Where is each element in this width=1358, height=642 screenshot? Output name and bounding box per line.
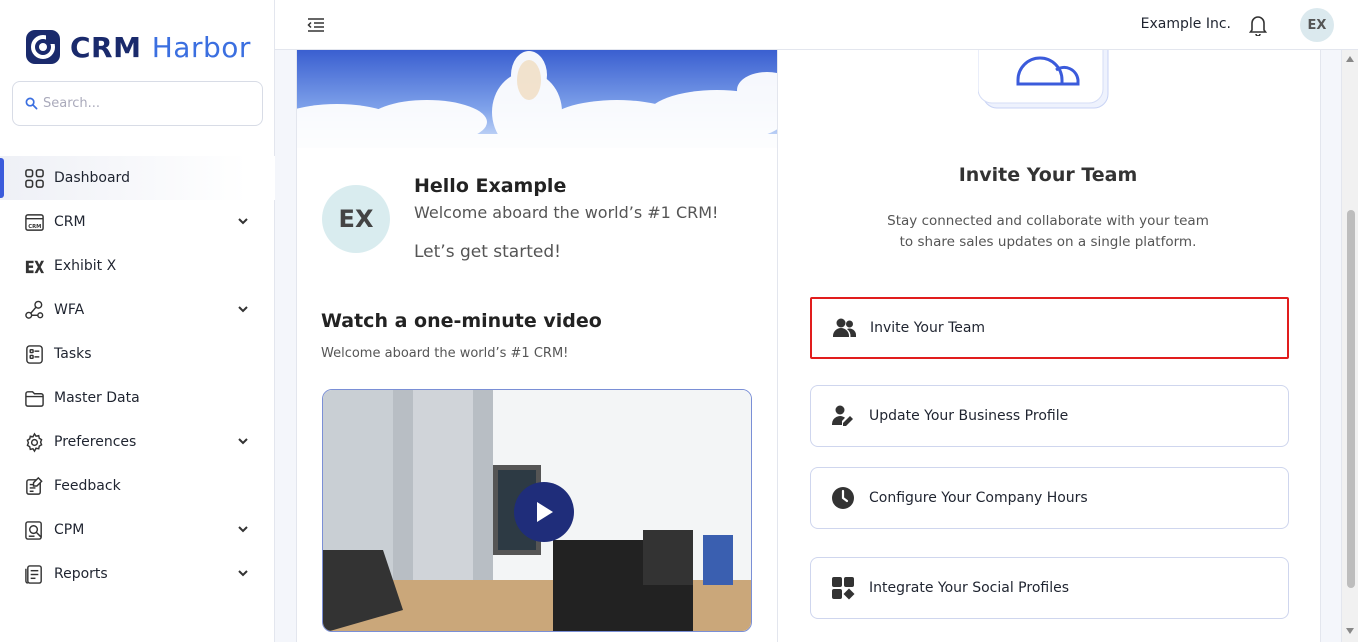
action-label: Configure Your Company Hours xyxy=(869,490,1088,506)
get-started-text: Let’s get started! xyxy=(414,242,561,262)
invite-description-line-1: Stay connected and collaborate with your… xyxy=(887,213,1209,229)
video-player[interactable] xyxy=(322,389,752,632)
welcome-avatar: EX xyxy=(322,185,390,253)
search-input[interactable] xyxy=(43,96,243,111)
scroll-up-arrow-icon[interactable] xyxy=(1346,56,1354,62)
apps-icon xyxy=(829,574,857,602)
chevron-down-icon[interactable] xyxy=(237,303,249,315)
sidebar-item-feedback[interactable]: Feedback xyxy=(0,464,275,508)
users-icon xyxy=(830,314,858,342)
action-label: Invite Your Team xyxy=(870,320,986,336)
invite-team-button[interactable]: Invite Your Team xyxy=(810,297,1289,359)
update-business-profile-button[interactable]: Update Your Business Profile xyxy=(810,385,1289,447)
exhibit-x-icon xyxy=(23,255,45,277)
welcome-card: EX Hello Example Welcome aboard the worl… xyxy=(296,50,778,642)
search-box[interactable] xyxy=(12,81,263,126)
sidebar-item-preferences[interactable]: Preferences xyxy=(0,420,275,464)
invite-title: Invite Your Team xyxy=(958,164,1138,186)
sidebar-item-crm[interactable]: CRM CRM xyxy=(0,200,275,244)
sidebar-item-label: CPM xyxy=(54,522,85,538)
chevron-down-icon[interactable] xyxy=(237,435,249,447)
workflow-icon xyxy=(23,299,45,321)
logo-secondary-text: Harbor xyxy=(151,30,251,64)
sidebar-item-cpm[interactable]: CPM xyxy=(0,508,275,552)
company-name[interactable]: Example Inc. xyxy=(1141,16,1231,32)
sidebar-nav: Dashboard CRM CRM Exhibit X WFA Tasks Ma… xyxy=(0,156,275,596)
gear-icon xyxy=(23,431,45,453)
action-label: Integrate Your Social Profiles xyxy=(869,580,1069,596)
sidebar-item-label: Feedback xyxy=(54,478,121,494)
crm-window-icon: CRM xyxy=(23,211,45,233)
sidebar-item-label: Exhibit X xyxy=(54,258,117,274)
clock-icon xyxy=(829,484,857,512)
user-avatar[interactable]: EX xyxy=(1300,8,1334,42)
video-subtitle: Welcome aboard the world’s #1 CRM! xyxy=(321,346,569,361)
configure-company-hours-button[interactable]: Configure Your Company Hours xyxy=(810,467,1289,529)
sidebar-item-reports[interactable]: Reports xyxy=(0,552,275,596)
search-icon xyxy=(25,97,38,110)
sidebar-item-label: CRM xyxy=(54,214,86,230)
play-button[interactable] xyxy=(514,482,574,542)
user-edit-icon xyxy=(829,402,857,430)
top-bar: Example Inc. EX xyxy=(275,0,1358,50)
sidebar-item-label: Reports xyxy=(54,566,108,582)
action-label: Update Your Business Profile xyxy=(869,408,1069,424)
greeting-heading: Hello Example xyxy=(414,175,567,197)
sidebar-item-exhibit-x[interactable]: Exhibit X xyxy=(0,244,275,288)
grid-icon xyxy=(23,167,45,189)
sidebar: CRM Harbor Dashboard CRM CRM xyxy=(0,0,275,642)
welcome-message: Welcome aboard the world’s #1 CRM! xyxy=(414,203,719,222)
chevron-down-icon[interactable] xyxy=(237,523,249,535)
invite-description-line-2: to share sales updates on a single platf… xyxy=(899,234,1197,250)
scroll-down-arrow-icon[interactable] xyxy=(1346,628,1354,634)
logo[interactable]: CRM Harbor xyxy=(24,28,251,66)
page-scrollbar[interactable] xyxy=(1341,50,1358,642)
play-icon xyxy=(537,502,553,522)
sidebar-item-label: Preferences xyxy=(54,434,137,450)
chevron-down-icon[interactable] xyxy=(237,567,249,579)
bell-icon[interactable] xyxy=(1248,14,1268,36)
sidebar-item-tasks[interactable]: Tasks xyxy=(0,332,275,376)
video-title: Watch a one-minute video xyxy=(321,310,602,332)
checklist-icon xyxy=(23,343,45,365)
svg-text:CRM: CRM xyxy=(28,223,41,229)
invite-description: Stay connected and collaborate with your… xyxy=(848,211,1248,253)
sidebar-item-wfa[interactable]: WFA xyxy=(0,288,275,332)
chevron-down-icon[interactable] xyxy=(237,215,249,227)
sidebar-item-label: WFA xyxy=(54,302,85,318)
menu-collapse-icon[interactable] xyxy=(307,17,325,33)
feedback-icon xyxy=(23,475,45,497)
invite-team-card: Invite Your Team Stay connected and coll… xyxy=(778,50,1321,642)
sidebar-item-label: Master Data xyxy=(54,390,140,406)
cpm-search-icon xyxy=(23,519,45,541)
logo-mark-icon xyxy=(26,30,60,64)
sky-banner-illustration xyxy=(297,50,777,148)
scroll-thumb[interactable] xyxy=(1347,210,1355,588)
logo-primary-text: CRM xyxy=(70,30,142,64)
sidebar-item-label: Dashboard xyxy=(54,170,130,186)
team-illustration xyxy=(978,50,1109,109)
sidebar-item-label: Tasks xyxy=(54,346,92,362)
folder-icon xyxy=(23,387,45,409)
sidebar-item-master-data[interactable]: Master Data xyxy=(0,376,275,420)
sidebar-item-dashboard[interactable]: Dashboard xyxy=(0,156,275,200)
integrate-social-profiles-button[interactable]: Integrate Your Social Profiles xyxy=(810,557,1289,619)
report-icon xyxy=(23,563,45,585)
